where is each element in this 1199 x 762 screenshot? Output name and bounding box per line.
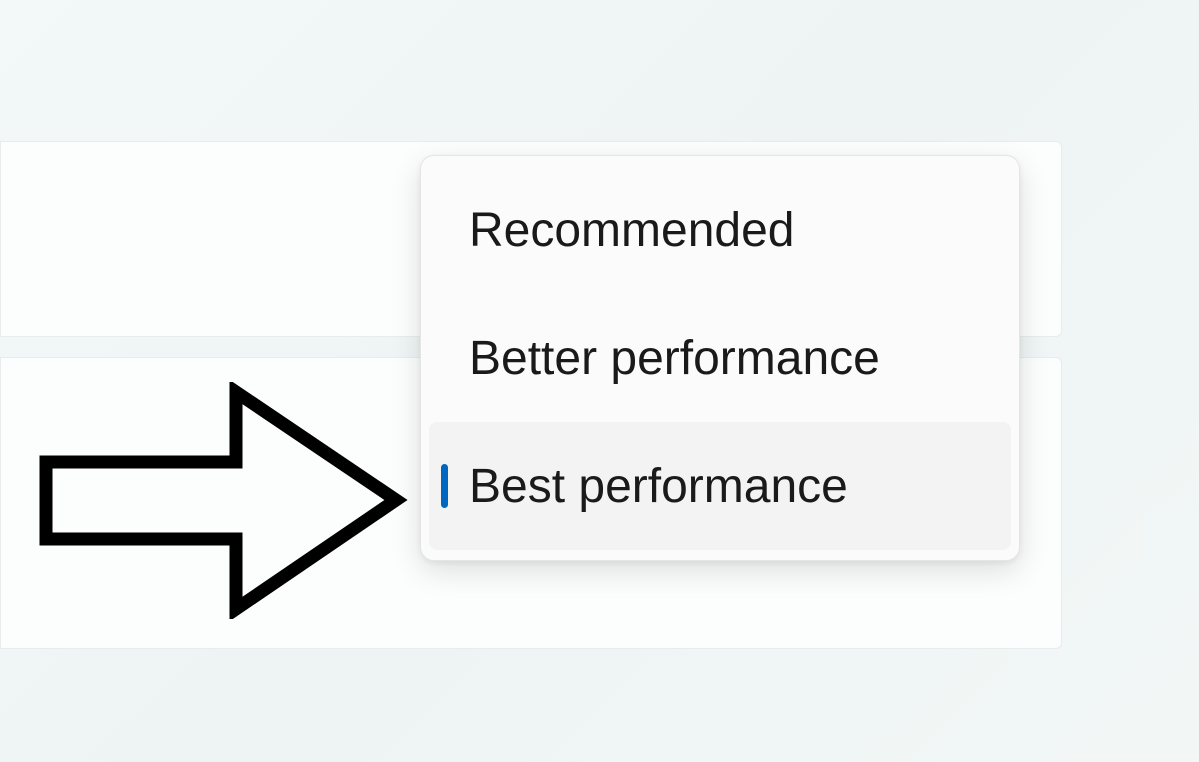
menu-item-best-performance[interactable]: Best performance [429, 422, 1011, 550]
menu-item-label: Best performance [469, 459, 848, 514]
arrow-right-icon [36, 382, 408, 619]
menu-item-label: Recommended [469, 203, 795, 258]
menu-item-better-performance[interactable]: Better performance [429, 294, 1011, 422]
menu-item-label: Better performance [469, 331, 880, 386]
menu-item-recommended[interactable]: Recommended [429, 166, 1011, 294]
selection-indicator [441, 464, 448, 508]
power-mode-dropdown: Recommended Better performance Best perf… [420, 155, 1020, 561]
